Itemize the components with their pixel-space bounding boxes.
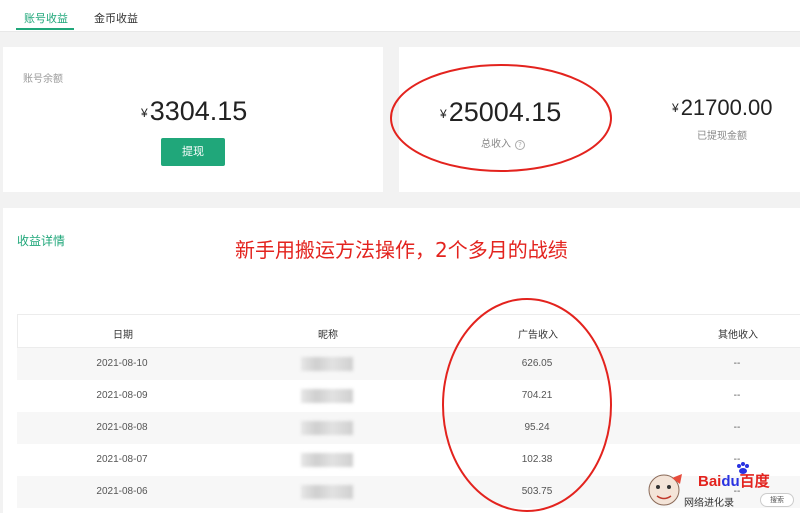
total-income-label-row: 总收入?	[481, 135, 525, 150]
top-tab-bar: 账号收益 金币收益	[0, 0, 800, 32]
logo-cn: 百度	[739, 473, 770, 490]
cell-date: 2021-08-08	[96, 422, 148, 433]
cell-ad-income: 102.38	[521, 454, 553, 465]
mascot-icon	[648, 474, 682, 506]
help-icon[interactable]: ?	[515, 140, 525, 150]
blurred-nickname	[301, 453, 353, 467]
balance-amount: ¥3304.15	[141, 96, 247, 127]
currency-symbol: ¥	[440, 107, 447, 121]
balance-value: 3304.15	[149, 96, 248, 126]
balance-label: 账号余额	[23, 74, 63, 85]
currency-symbol: ¥	[141, 106, 148, 120]
baidu-watermark: Baidu百度 网络进化录 搜索	[640, 462, 800, 513]
active-tab-indicator	[16, 28, 74, 30]
currency-symbol: ¥	[672, 101, 679, 115]
watermark-caption: 网络进化录	[684, 498, 734, 509]
watermark-search: 搜索	[760, 493, 794, 507]
cell-other-income: --	[733, 422, 741, 433]
blurred-nickname	[301, 357, 353, 371]
table-header: 日期 昵称 广告收入 其他收入	[17, 314, 800, 348]
blurred-nickname	[301, 421, 353, 435]
tab-coin-income[interactable]: 金币收益	[94, 10, 138, 26]
table-row: 2021-08-09 704.21 --	[17, 380, 800, 412]
annotation-text: 新手用搬运方法操作，2个多月的战绩	[235, 238, 568, 262]
withdrawn-value: 21700.00	[680, 95, 773, 120]
cell-date: 2021-08-10	[96, 358, 148, 369]
logo-bai: Bai	[698, 473, 722, 490]
column-header-date: 日期	[113, 330, 133, 341]
section-title: 收益详情	[17, 234, 66, 248]
logo-du: du	[721, 473, 740, 490]
cell-date: 2021-08-06	[96, 486, 148, 497]
cell-date: 2021-08-09	[96, 390, 148, 401]
balance-card: 账号余额 ¥3304.15 提现	[3, 47, 383, 192]
cell-date: 2021-08-07	[96, 454, 148, 465]
baidu-logo: Baidu百度	[698, 470, 770, 491]
table-row: 2021-08-08 95.24 --	[17, 412, 800, 444]
column-header-other-income: 其他收入	[718, 330, 758, 341]
cell-other-income: --	[733, 390, 741, 401]
totals-card: ¥25004.15 总收入? ¥21700.00 已提现金额	[399, 47, 800, 192]
cell-ad-income: 704.21	[521, 390, 553, 401]
column-header-nickname: 昵称	[318, 330, 338, 341]
blurred-nickname	[301, 485, 353, 499]
cell-other-income: --	[733, 358, 741, 369]
total-income-amount: ¥25004.15	[440, 97, 561, 128]
withdraw-button[interactable]: 提现	[161, 138, 225, 166]
cell-ad-income: 626.05	[521, 358, 553, 369]
cell-ad-income: 95.24	[524, 422, 550, 433]
total-income-value: 25004.15	[448, 97, 562, 127]
table-row: 2021-08-10 626.05 --	[17, 348, 800, 380]
total-income-label: 总收入	[481, 139, 511, 150]
blurred-nickname	[301, 389, 353, 403]
withdrawn-label: 已提现金额	[697, 131, 747, 142]
cell-ad-income: 503.75	[521, 486, 553, 497]
tab-account-income[interactable]: 账号收益	[24, 10, 68, 26]
withdrawn-amount: ¥21700.00	[672, 95, 772, 121]
column-header-ad-income: 广告收入	[518, 330, 558, 341]
